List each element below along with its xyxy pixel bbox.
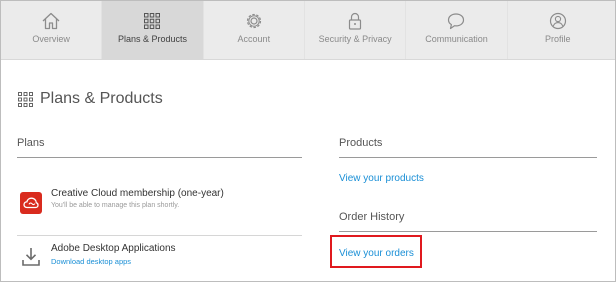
tab-security-privacy-label: Security & Privacy — [318, 34, 392, 44]
products-heading: Products — [339, 137, 383, 149]
tab-account-label: Account — [237, 34, 271, 44]
plan-desktop-apps: Adobe Desktop Applications Download desk… — [20, 243, 176, 268]
home-icon — [40, 10, 62, 32]
plan-subtitle: You'll be able to manage this plan short… — [51, 202, 180, 209]
order-history-heading: Order History — [339, 211, 405, 223]
top-nav: Overview Plans & Products Account Securi… — [1, 1, 615, 60]
order-history-divider — [339, 231, 597, 232]
view-products-link[interactable]: View your products — [339, 173, 424, 184]
plans-heading: Plans — [17, 137, 45, 149]
tab-security-privacy[interactable]: Security & Privacy — [303, 1, 405, 59]
lock-icon — [344, 10, 366, 32]
creative-cloud-icon — [20, 192, 42, 214]
plan-title: Adobe Desktop Applications — [51, 243, 176, 254]
tab-communication[interactable]: Communication — [405, 1, 506, 59]
plans-item-divider — [17, 235, 302, 236]
grid-icon — [141, 10, 163, 32]
tab-profile[interactable]: Profile — [506, 1, 608, 59]
download-desktop-apps-link[interactable]: Download desktop apps — [51, 257, 176, 266]
profile-icon — [547, 10, 569, 32]
tab-overview[interactable]: Overview — [1, 1, 101, 59]
products-divider — [339, 157, 597, 158]
page-title: Plans & Products — [17, 90, 163, 108]
speech-bubble-icon — [445, 10, 467, 32]
tab-communication-label: Communication — [425, 34, 488, 44]
gear-icon — [243, 10, 265, 32]
plan-title: Creative Cloud membership (one-year) — [51, 188, 224, 199]
tab-plans-products[interactable]: Plans & Products — [101, 1, 203, 59]
grid-icon — [17, 91, 34, 108]
tab-profile-label: Profile — [545, 34, 571, 44]
page-title-text: Plans & Products — [40, 90, 163, 107]
tab-overview-label: Overview — [32, 34, 70, 44]
highlight-box — [330, 235, 422, 268]
tab-plans-products-label: Plans & Products — [117, 34, 188, 44]
tab-account[interactable]: Account — [202, 1, 304, 59]
plans-divider — [17, 157, 302, 158]
plan-creative-cloud: Creative Cloud membership (one-year) You… — [20, 188, 224, 214]
download-icon — [20, 246, 42, 268]
